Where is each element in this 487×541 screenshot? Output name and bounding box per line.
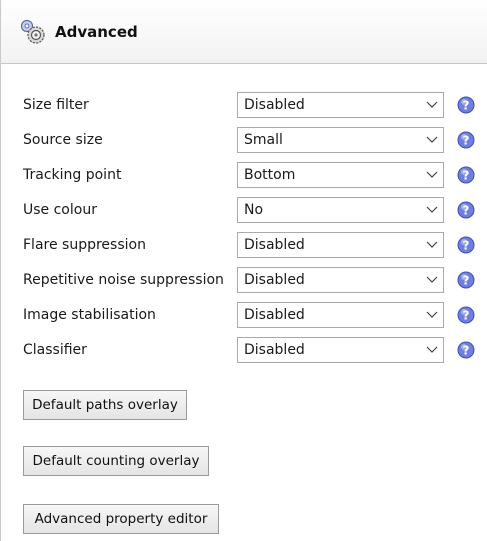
setting-row-classifier: Classifier Disabled ?	[1, 333, 487, 368]
setting-label: Source size	[23, 132, 103, 148]
setting-label: Size filter	[23, 97, 89, 113]
advanced-panel: Advanced Size filter Disabled ? Source s…	[0, 0, 487, 541]
setting-row-tracking-point: Tracking point Bottom ?	[1, 158, 487, 193]
select-value: Disabled	[244, 97, 305, 113]
help-icon[interactable]: ?	[457, 96, 475, 114]
chevron-down-icon	[421, 93, 443, 117]
help-icon[interactable]: ?	[457, 201, 475, 219]
svg-text:?: ?	[463, 343, 470, 357]
setting-label: Tracking point	[23, 167, 122, 183]
chevron-down-icon	[421, 303, 443, 327]
help-icon[interactable]: ?	[457, 306, 475, 324]
advanced-property-editor-button[interactable]: Advanced property editor	[23, 504, 219, 534]
setting-label: Image stabilisation	[23, 307, 156, 323]
help-icon[interactable]: ?	[457, 271, 475, 289]
help-icon[interactable]: ?	[457, 166, 475, 184]
chevron-down-icon	[421, 198, 443, 222]
svg-text:?: ?	[463, 273, 470, 287]
settings-list: Size filter Disabled ? Source size Small…	[1, 88, 487, 368]
default-counting-overlay-button[interactable]: Default counting overlay	[23, 446, 209, 476]
flare-suppression-select[interactable]: Disabled	[237, 232, 444, 258]
svg-text:?: ?	[463, 203, 470, 217]
chevron-down-icon	[421, 268, 443, 292]
svg-text:?: ?	[463, 98, 470, 112]
tracking-point-select[interactable]: Bottom	[237, 162, 444, 188]
setting-row-repetitive-noise-suppression: Repetitive noise suppression Disabled ?	[1, 263, 487, 298]
select-value: Small	[244, 132, 283, 148]
chevron-down-icon	[421, 128, 443, 152]
image-stabilisation-select[interactable]: Disabled	[237, 302, 444, 328]
setting-row-use-colour: Use colour No ?	[1, 193, 487, 228]
select-value: Bottom	[244, 167, 296, 183]
chevron-down-icon	[421, 163, 443, 187]
use-colour-select[interactable]: No	[237, 197, 444, 223]
gears-icon	[19, 18, 47, 46]
setting-label: Repetitive noise suppression	[23, 272, 224, 288]
select-value: Disabled	[244, 237, 305, 253]
setting-label: Classifier	[23, 342, 87, 358]
chevron-down-icon	[421, 338, 443, 362]
classifier-select[interactable]: Disabled	[237, 337, 444, 363]
svg-text:?: ?	[463, 168, 470, 182]
panel-title: Advanced	[55, 22, 138, 41]
svg-text:?: ?	[463, 133, 470, 147]
select-value: Disabled	[244, 342, 305, 358]
select-value: Disabled	[244, 272, 305, 288]
setting-row-source-size: Source size Small ?	[1, 123, 487, 158]
help-icon[interactable]: ?	[457, 131, 475, 149]
setting-row-image-stabilisation: Image stabilisation Disabled ?	[1, 298, 487, 333]
size-filter-select[interactable]: Disabled	[237, 92, 444, 118]
repetitive-noise-suppression-select[interactable]: Disabled	[237, 267, 444, 293]
default-paths-overlay-button[interactable]: Default paths overlay	[23, 390, 187, 420]
setting-label: Flare suppression	[23, 237, 146, 253]
help-icon[interactable]: ?	[457, 341, 475, 359]
panel-header: Advanced	[1, 0, 487, 64]
select-value: Disabled	[244, 307, 305, 323]
svg-text:?: ?	[463, 238, 470, 252]
select-value: No	[244, 202, 264, 218]
chevron-down-icon	[421, 233, 443, 257]
svg-text:?: ?	[463, 308, 470, 322]
help-icon[interactable]: ?	[457, 236, 475, 254]
source-size-select[interactable]: Small	[237, 127, 444, 153]
setting-label: Use colour	[23, 202, 97, 218]
setting-row-size-filter: Size filter Disabled ?	[1, 88, 487, 123]
setting-row-flare-suppression: Flare suppression Disabled ?	[1, 228, 487, 263]
